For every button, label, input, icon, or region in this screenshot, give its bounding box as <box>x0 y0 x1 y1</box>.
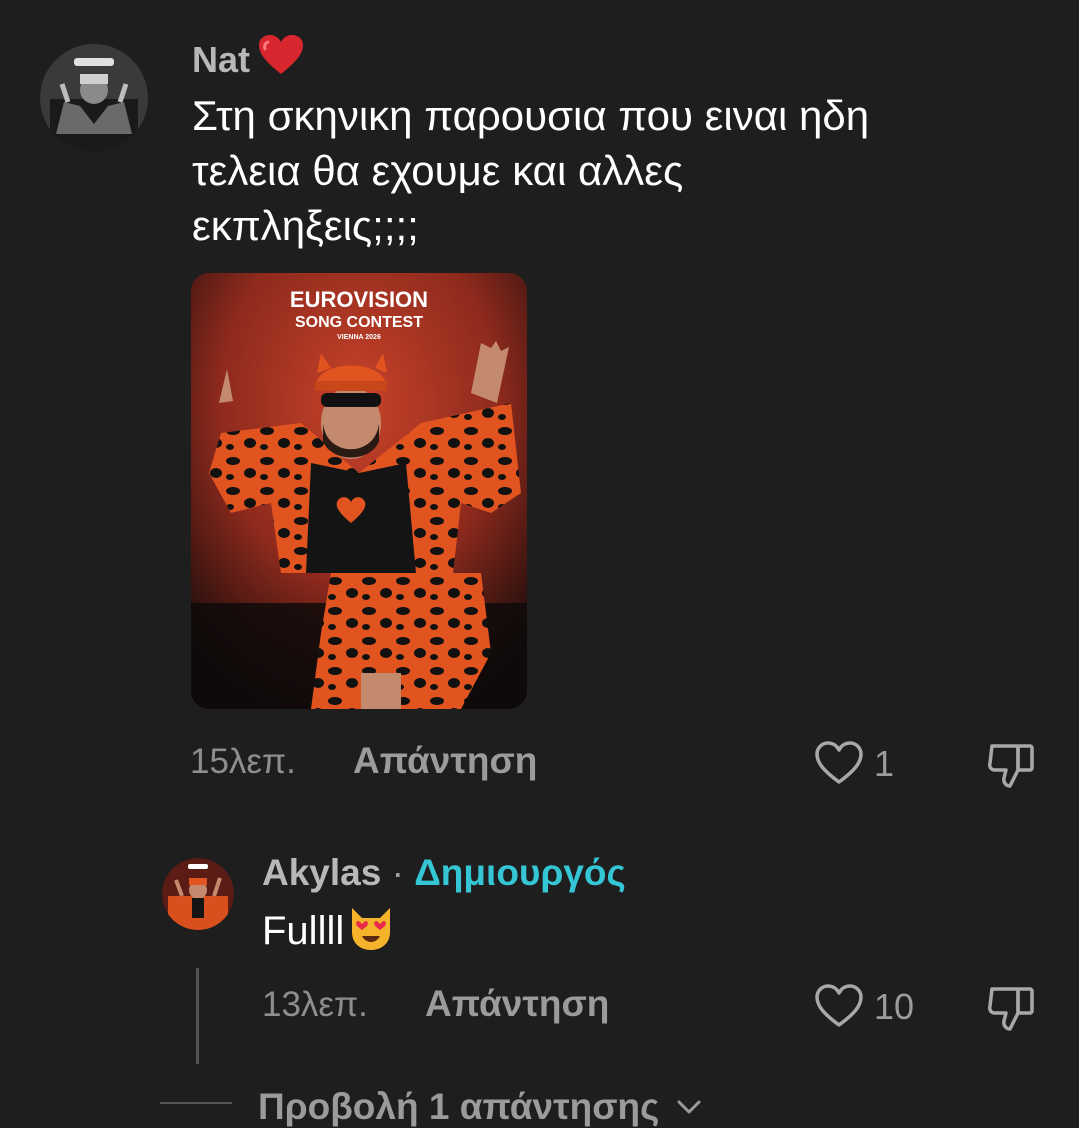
creator-badge: Δημιουργός <box>414 852 626 893</box>
logo-line: SONG CONTEST <box>295 314 423 331</box>
thumbs-down-icon <box>988 987 1034 1031</box>
comment-text-line: Στη σκηνικη παρουσια που ειναι ηδη <box>192 92 870 139</box>
reply-username[interactable]: Akylas <box>262 852 381 893</box>
reply-avatar[interactable] <box>162 858 234 930</box>
reply-button[interactable]: Απάντηση <box>353 740 537 782</box>
red-heart-icon <box>258 34 304 85</box>
view-replies-button[interactable]: Προβολή 1 απάντησης <box>258 1082 702 1128</box>
comment-text-line: τελεια θα εχουμε και αλλες <box>192 147 684 194</box>
dislike-button[interactable] <box>986 740 1038 790</box>
like-count: 1 <box>874 743 895 784</box>
comment-timestamp: 15λεπ. <box>190 742 296 781</box>
reply-timestamp: 13λεπ. <box>262 985 368 1024</box>
username-text: Nat <box>192 39 251 80</box>
view-replies-label: Προβολή 1 απάντησης <box>258 1086 660 1127</box>
thumbs-down-icon <box>988 744 1034 788</box>
separator: · <box>391 852 404 893</box>
thread-line <box>196 968 199 1064</box>
reply-reply-button[interactable]: Απάντηση <box>425 983 609 1025</box>
reply-username-row: Akylas · Δημιουργός <box>262 852 626 894</box>
comment-text-line: εκπληξεις;;;; <box>192 202 419 249</box>
avatar[interactable] <box>40 44 148 152</box>
heart-outline-icon <box>815 741 863 784</box>
like-button[interactable] <box>814 740 864 786</box>
logo-line: VIENNA 2026 <box>337 334 381 341</box>
heart-outline-icon <box>815 984 863 1027</box>
reply-dislike-button[interactable] <box>986 983 1038 1033</box>
heart-eyes-cat-icon <box>346 902 396 967</box>
comment-image[interactable]: EUROVISION SONG CONTEST VIENNA 2026 <box>191 273 527 709</box>
comment-username[interactable]: Nat <box>192 34 304 85</box>
reply-like-count: 10 <box>874 986 915 1027</box>
view-replies-divider <box>160 1102 232 1104</box>
reply-text: Fullll <box>262 902 396 967</box>
comment-text: Στη σκηνικη παρουσια που ειναι ηδη τελει… <box>192 88 1032 253</box>
logo-line: EUROVISION <box>290 287 428 312</box>
chevron-down-icon <box>676 1082 702 1124</box>
reply-like-button[interactable] <box>814 983 864 1029</box>
reply-text-content: Fullll <box>262 909 345 953</box>
